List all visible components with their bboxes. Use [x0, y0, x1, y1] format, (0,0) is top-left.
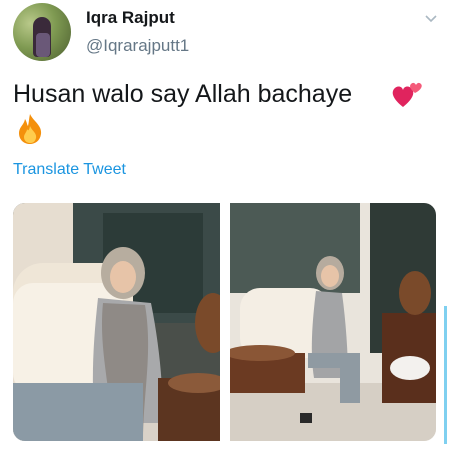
- tweet-photo-2[interactable]: [230, 203, 436, 441]
- tweet-text: Husan walo say Allah bachaye: [13, 80, 353, 108]
- two-hearts-emoji: [392, 82, 422, 107]
- tweet-photo-1[interactable]: [13, 203, 220, 441]
- scrollbar-indicator[interactable]: [444, 306, 447, 444]
- author-avatar[interactable]: [13, 3, 71, 61]
- author-name[interactable]: Iqra Rajput: [86, 8, 175, 28]
- fire-emoji: [19, 114, 42, 144]
- chevron-down-icon[interactable]: [424, 12, 438, 26]
- photo-2-image: [230, 203, 436, 441]
- translate-tweet-link[interactable]: Translate Tweet: [13, 161, 126, 179]
- avatar-figure-dress: [36, 33, 50, 57]
- author-handle[interactable]: @Iqrarajputt1: [86, 36, 189, 56]
- photo-1-image: [13, 203, 220, 441]
